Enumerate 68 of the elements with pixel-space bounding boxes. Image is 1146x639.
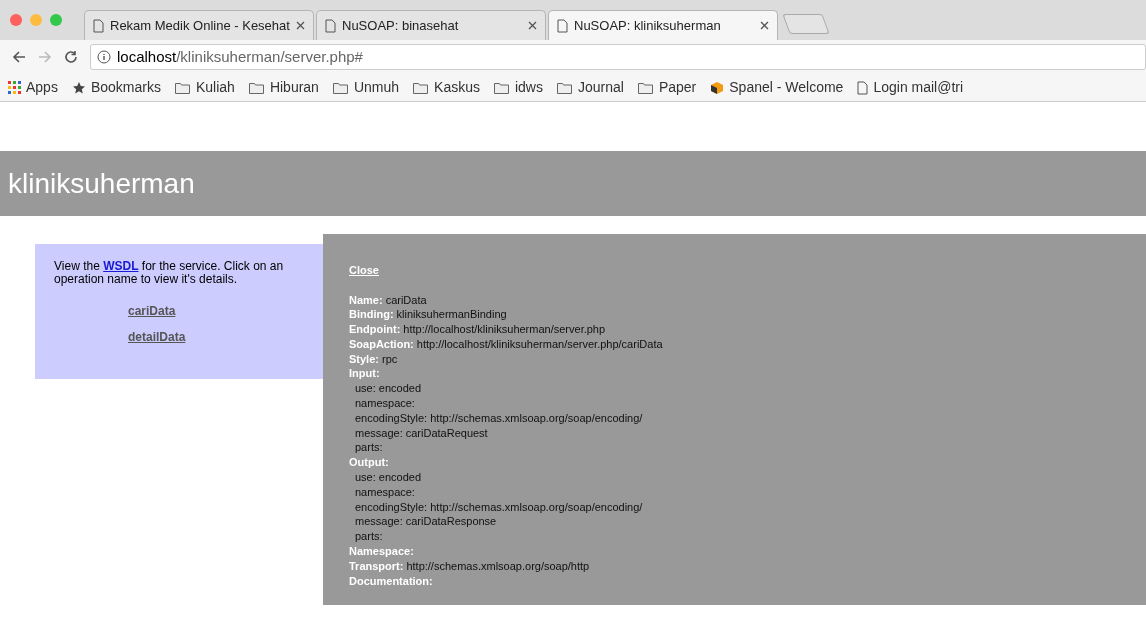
address-field[interactable]: localhost/kliniksuherman/server.php# bbox=[90, 44, 1146, 70]
detail-line: message: cariDataResponse bbox=[355, 515, 497, 528]
detail-line: namespace: bbox=[355, 485, 415, 498]
bookmark[interactable]: Kaskus bbox=[413, 77, 480, 98]
field-label: Transport: bbox=[349, 558, 404, 574]
folder-icon bbox=[413, 81, 430, 94]
detail-line: encodingStyle: http://schemas.xmlsoap.org/soap/encoding/ bbox=[355, 411, 643, 424]
cube-icon bbox=[710, 80, 725, 95]
close-tab-icon[interactable] bbox=[296, 21, 305, 30]
folder-icon bbox=[248, 81, 265, 94]
folder-icon bbox=[493, 81, 510, 94]
page-icon bbox=[325, 18, 336, 33]
field-label: Documentation: bbox=[349, 573, 433, 589]
bookmark[interactable]: Login mail@tri bbox=[857, 77, 964, 98]
detail-line: parts: bbox=[355, 441, 383, 454]
detail-line: encodingStyle: http://schemas.xmlsoap.org/soap/encoding/ bbox=[355, 500, 643, 513]
field-label: Binding: bbox=[349, 307, 394, 323]
browser-tab[interactable]: NuSOAP: binasehat bbox=[316, 10, 546, 40]
star-icon bbox=[71, 80, 86, 95]
page-icon bbox=[557, 18, 568, 33]
folder-icon bbox=[637, 81, 654, 94]
field-value: kliniksuhermanBinding bbox=[396, 307, 507, 323]
field-label: Name: bbox=[349, 292, 383, 308]
bookmark[interactable]: Bookmarks bbox=[71, 77, 161, 98]
field-label: Output: bbox=[349, 455, 389, 471]
field-label: Style: bbox=[349, 351, 379, 367]
info-icon[interactable] bbox=[97, 50, 111, 64]
bookmark[interactable]: Kuliah bbox=[174, 77, 235, 98]
apps-grid-icon bbox=[8, 81, 21, 94]
page-icon bbox=[857, 80, 869, 95]
field-value: cariData bbox=[385, 292, 427, 308]
back-arrow-icon[interactable] bbox=[12, 50, 26, 64]
browser-tab[interactable]: NuSOAP: kliniksuherman bbox=[548, 10, 778, 40]
wsdl-link[interactable]: WSDL bbox=[103, 259, 139, 273]
bookmark[interactable]: idws bbox=[493, 77, 543, 98]
bookmark[interactable]: Unmuh bbox=[332, 77, 400, 98]
close-tab-icon[interactable] bbox=[528, 21, 537, 30]
operation-link[interactable]: cariData bbox=[128, 302, 176, 320]
bookmark[interactable]: Spanel - Welcome bbox=[710, 77, 844, 98]
close-tab-icon[interactable] bbox=[760, 21, 769, 30]
field-label: Input: bbox=[349, 366, 380, 382]
folder-icon bbox=[174, 81, 191, 94]
detail-line: use: encoded bbox=[355, 471, 422, 484]
detail-line: parts: bbox=[355, 530, 383, 543]
bookmark[interactable]: Apps bbox=[8, 77, 58, 98]
field-label: SoapAction: bbox=[349, 336, 414, 352]
field-value: http://schemas.xmlsoap.org/soap/http bbox=[406, 558, 590, 574]
detail-line: namespace: bbox=[355, 397, 415, 410]
operation-link[interactable]: detailData bbox=[128, 328, 186, 346]
browser-tab[interactable]: Rekam Medik Online - Kesehat bbox=[84, 10, 314, 40]
folder-icon bbox=[557, 81, 573, 94]
field-value: http://localhost/kliniksuherman/server.php/cariData bbox=[416, 336, 663, 352]
detail-line: use: encoded bbox=[355, 382, 422, 395]
reload-icon[interactable] bbox=[64, 50, 78, 64]
bookmark[interactable]: Paper bbox=[637, 77, 697, 98]
field-value: http://localhost/kliniksuherman/server.php bbox=[403, 322, 606, 337]
detail-line: message: cariDataRequest bbox=[355, 426, 488, 439]
page-icon bbox=[93, 18, 104, 33]
folder-icon bbox=[332, 81, 349, 94]
close-window-icon[interactable] bbox=[10, 14, 22, 26]
field-value: rpc bbox=[381, 351, 398, 367]
bookmark[interactable]: Hiburan bbox=[248, 77, 319, 98]
page-title: kliniksuherman bbox=[8, 166, 195, 201]
bookmark[interactable]: Journal bbox=[557, 77, 624, 98]
url-text: localhost/kliniksuherman/server.php# bbox=[117, 46, 363, 67]
intro-text: View the WSDL for the service. Click on an operation name to view it's details. bbox=[54, 260, 285, 286]
field-label: Endpoint: bbox=[349, 322, 401, 337]
field-label: Namespace: bbox=[349, 544, 414, 559]
